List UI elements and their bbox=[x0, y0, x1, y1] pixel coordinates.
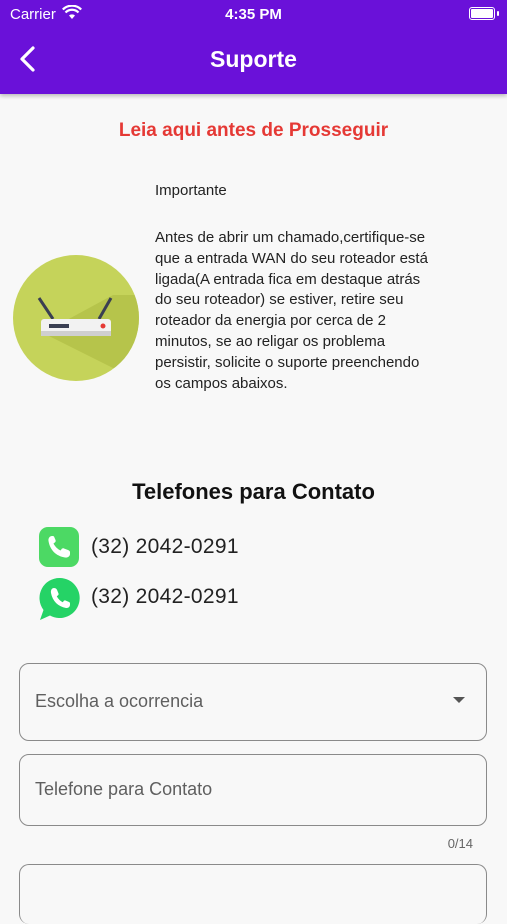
whatsapp-contact-row[interactable]: (32) 2042-0291 bbox=[38, 576, 239, 620]
dropdown-arrow-icon bbox=[453, 697, 465, 703]
body-line: que a entrada WAN do seu roteador está bbox=[155, 249, 428, 267]
phone-icon bbox=[39, 527, 79, 567]
notice-heading: Leia aqui antes de Prosseguir bbox=[118, 120, 389, 141]
page-title: Suporte bbox=[210, 46, 297, 72]
whatsapp-number: (32) 2042-0291 bbox=[91, 585, 239, 608]
contact-phone-placeholder: Telefone para Contato bbox=[35, 779, 213, 799]
body-line: roteador da energia por cerca de 2 bbox=[155, 312, 386, 330]
body-line: persistir, solicite o suporte preenchend… bbox=[155, 353, 420, 371]
next-field[interactable] bbox=[19, 864, 487, 924]
app-bar: Carrier 4:35 PM Suporte bbox=[0, 0, 507, 94]
occurrence-placeholder: Escolha a ocorrencia bbox=[35, 691, 204, 711]
battery-icon bbox=[469, 7, 499, 20]
status-bar: Carrier 4:35 PM bbox=[0, 5, 507, 24]
body-line: ligada(A entrada fica em destaque atrás bbox=[155, 270, 421, 288]
character-counter: 0/14 bbox=[447, 836, 473, 851]
body-line: minutos, se ao religar os problema bbox=[155, 332, 386, 350]
occurrence-select[interactable]: Escolha a ocorrencia bbox=[19, 663, 487, 741]
body-line: do seu roteador) se estiver, retire seu bbox=[155, 291, 404, 309]
important-title: Importante bbox=[155, 182, 227, 199]
status-time: 4:35 PM bbox=[225, 6, 282, 23]
phone-contact-row[interactable]: (32) 2042-0291 bbox=[38, 526, 239, 570]
body-line: os campos abaixos. bbox=[155, 374, 288, 392]
important-body: Antes de abrir um chamado,certifique-se … bbox=[155, 228, 495, 394]
router-icon bbox=[13, 255, 139, 381]
phone-number: (32) 2042-0291 bbox=[91, 535, 239, 558]
body-line: Antes de abrir um chamado,certifique-se bbox=[155, 229, 426, 246]
contacts-title: Telefones para Contato bbox=[132, 479, 375, 504]
whatsapp-icon bbox=[39, 577, 80, 620]
contact-phone-input[interactable]: Telefone para Contato bbox=[19, 754, 487, 826]
